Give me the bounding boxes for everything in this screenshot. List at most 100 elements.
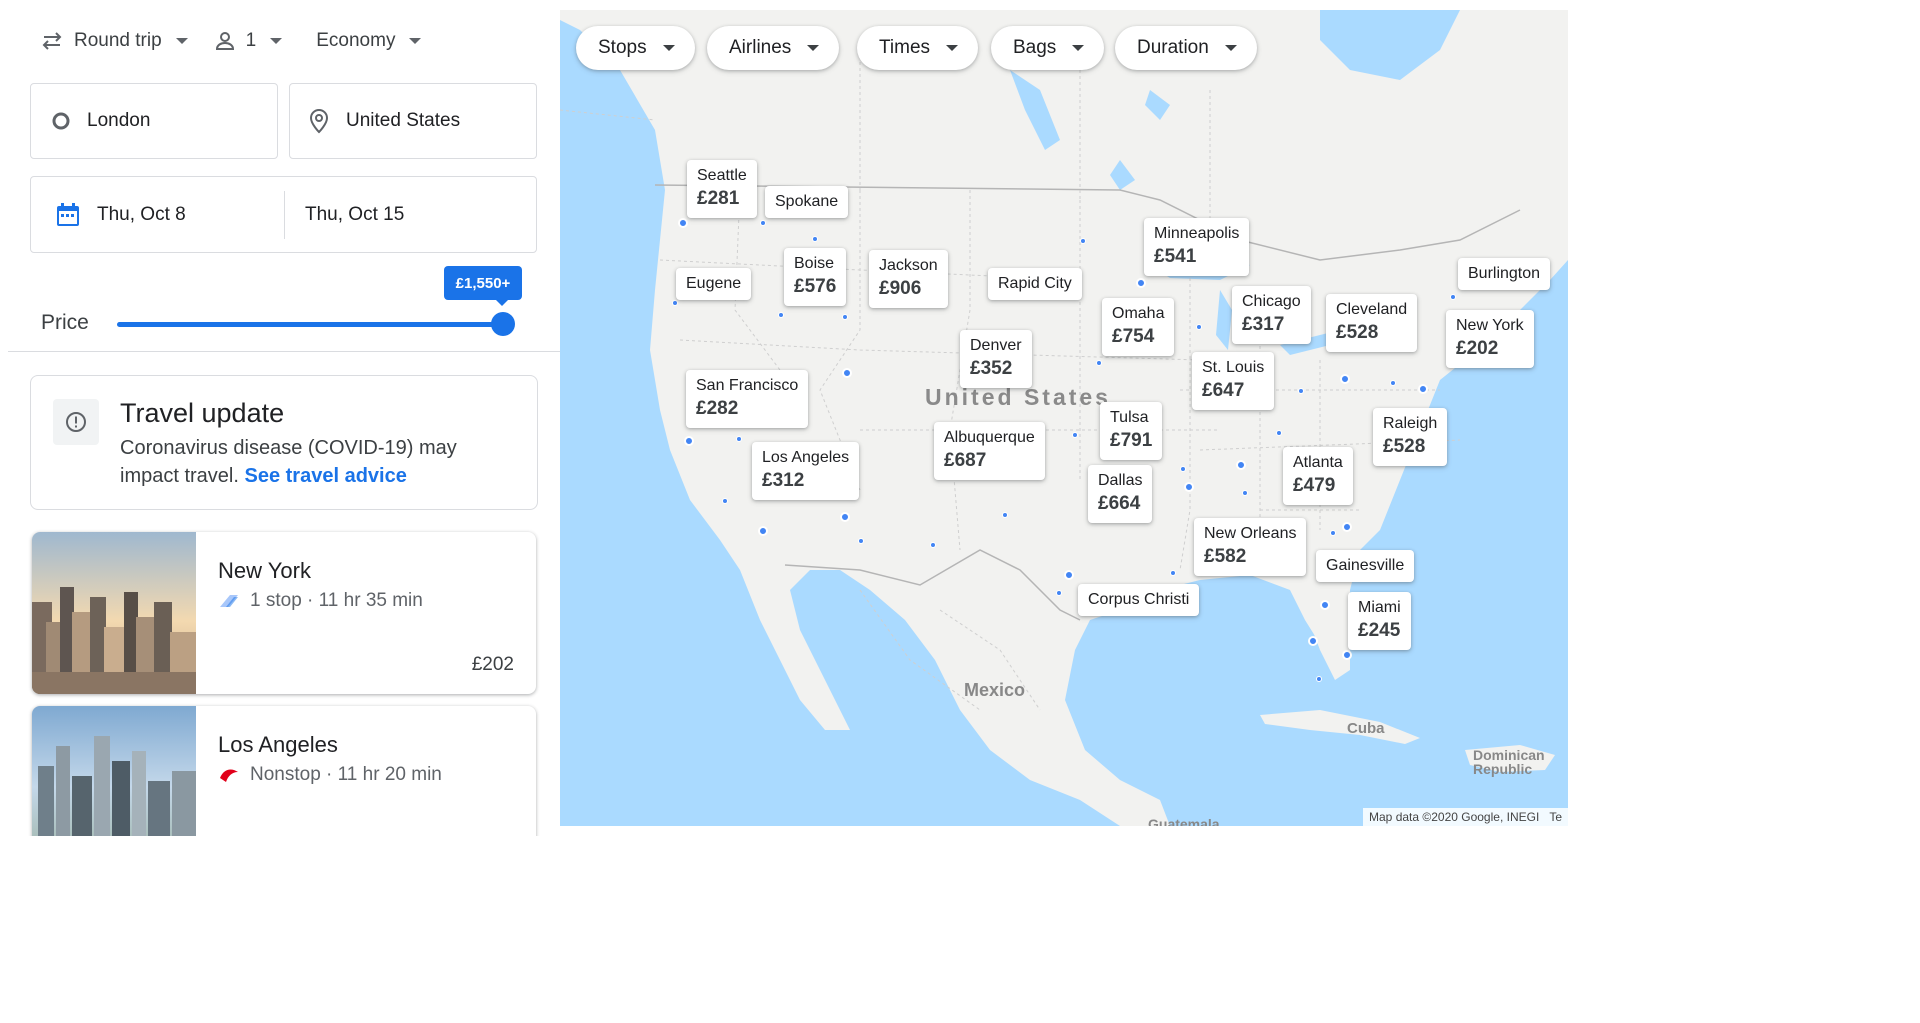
pin-city: New Orleans [1204, 525, 1297, 542]
map-marker[interactable] [842, 368, 852, 378]
map-dot [1056, 590, 1062, 596]
travel-update-title: Travel update [120, 398, 285, 428]
map-marker[interactable] [684, 436, 694, 446]
map-dot [1242, 490, 1248, 496]
map-pin-cleveland[interactable]: Cleveland £528 [1326, 294, 1418, 352]
date-field[interactable]: Thu, Oct 8 Thu, Oct 15 [30, 176, 537, 253]
map-pin-burlington[interactable]: Burlington [1458, 258, 1551, 290]
map-marker[interactable] [1064, 570, 1074, 580]
map-attribution: Map data ©2020 Google, INEGI Te [1363, 808, 1568, 826]
map-marker[interactable] [1342, 522, 1352, 532]
map-pin-eugene[interactable]: Eugene [676, 268, 752, 300]
destination-field[interactable]: United States [289, 83, 537, 159]
map-pin-omaha[interactable]: Omaha £754 [1102, 298, 1175, 356]
map-marker[interactable] [678, 218, 688, 228]
depart-date[interactable]: Thu, Oct 8 [97, 204, 186, 226]
chevron-down-icon [946, 45, 959, 51]
map-marker[interactable] [1308, 636, 1318, 646]
destination-card[interactable]: New York 1 stop · 11 hr 35 min £202 [32, 532, 536, 694]
price-label: Price [41, 311, 89, 334]
map-pin-jackson[interactable]: Jackson £906 [869, 250, 948, 308]
map-pin-new-york[interactable]: New York £202 [1446, 310, 1534, 368]
duration-filter[interactable]: Duration [1115, 26, 1257, 70]
pin-city: Rapid City [998, 275, 1072, 292]
location-pin-icon [309, 108, 329, 134]
trip-options-row: Round trip 1 Economy [40, 30, 447, 52]
map-pin-corpus-christi[interactable]: Corpus Christi [1078, 584, 1200, 616]
map-marker[interactable] [840, 512, 850, 522]
destination-name: Los Angeles [218, 732, 338, 757]
destination-info-text: 1 stop · 11 hr 35 min [250, 590, 423, 611]
new-york-photo [32, 532, 196, 694]
duration-filter-label: Duration [1137, 37, 1209, 58]
pin-city: New York [1456, 317, 1524, 334]
pin-city: Burlington [1468, 265, 1541, 282]
map-pin-albuquerque[interactable]: Albuquerque £687 [934, 422, 1045, 480]
destination-card[interactable]: Los Angeles Nonstop · 11 hr 20 min [32, 706, 536, 836]
cabin-label: Economy [316, 30, 396, 51]
map[interactable]: Stops Airlines Times Bags Duration Unite… [560, 10, 1568, 826]
map-pin-los-angeles[interactable]: Los Angeles £312 [752, 442, 860, 500]
map-dot [842, 314, 848, 320]
pin-city: Los Angeles [762, 449, 850, 466]
pin-price: £906 [879, 278, 922, 299]
stops-filter[interactable]: Stops [576, 26, 695, 70]
map-dot [1298, 388, 1304, 394]
map-pin-denver[interactable]: Denver £352 [960, 330, 1032, 388]
map-marker[interactable] [1340, 374, 1350, 384]
map-dot [930, 542, 936, 548]
cabin-select[interactable]: Economy [308, 30, 422, 52]
trip-type-select[interactable]: Round trip [40, 30, 188, 52]
map-marker[interactable] [1342, 650, 1352, 660]
map-pin-tulsa[interactable]: Tulsa £791 [1100, 402, 1163, 460]
map-dot [1316, 676, 1322, 682]
times-filter[interactable]: Times [857, 26, 979, 70]
pin-city: Cleveland [1336, 301, 1408, 318]
passenger-select[interactable]: 1 [214, 30, 283, 52]
map-pin-st-louis[interactable]: St. Louis £647 [1192, 352, 1275, 410]
map-dot [812, 236, 818, 242]
travel-update-card: Travel update Coronavirus disease (COVID… [30, 375, 538, 510]
airlines-filter-label: Airlines [729, 37, 792, 58]
circle-origin-icon [52, 112, 70, 130]
map-pin-san-francisco[interactable]: San Francisco £282 [686, 370, 809, 428]
terms-link[interactable]: Te [1549, 810, 1562, 824]
bags-filter-label: Bags [1013, 37, 1057, 58]
map-marker[interactable] [1184, 482, 1194, 492]
map-pin-seattle[interactable]: Seattle £281 [687, 160, 757, 218]
map-pin-gainesville[interactable]: Gainesville [1316, 550, 1415, 582]
map-pin-rapid-city[interactable]: Rapid City [988, 268, 1082, 300]
map-pin-minneapolis[interactable]: Minneapolis £541 [1144, 218, 1250, 276]
pin-price: £317 [1242, 314, 1285, 335]
los-angeles-photo [32, 706, 196, 836]
price-slider-track[interactable] [117, 322, 503, 327]
price-slider-thumb[interactable] [491, 312, 515, 336]
map-dot [672, 300, 678, 306]
origin-field[interactable]: London [30, 83, 278, 159]
map-pin-chicago[interactable]: Chicago £317 [1232, 286, 1311, 344]
map-dot [1180, 466, 1186, 472]
map-pin-boise[interactable]: Boise £576 [784, 248, 847, 306]
map-pin-dallas[interactable]: Dallas £664 [1088, 465, 1153, 523]
map-dot [1390, 380, 1396, 386]
map-pin-raleigh[interactable]: Raleigh £528 [1373, 408, 1448, 466]
pin-price: £582 [1204, 546, 1247, 567]
map-marker[interactable] [758, 526, 768, 536]
map-pin-spokane[interactable]: Spokane [765, 186, 849, 218]
map-pin-new-orleans[interactable]: New Orleans £582 [1194, 518, 1307, 576]
map-marker[interactable] [1236, 460, 1246, 470]
airlines-filter[interactable]: Airlines [707, 26, 840, 70]
map-marker[interactable] [1418, 384, 1428, 394]
map-pin-atlanta[interactable]: Atlanta £479 [1283, 447, 1353, 505]
return-date[interactable]: Thu, Oct 15 [305, 204, 404, 226]
map-marker[interactable] [1320, 600, 1330, 610]
map-marker[interactable] [1136, 278, 1146, 288]
map-dot [736, 436, 742, 442]
chevron-down-icon [175, 38, 188, 44]
pin-price: £479 [1293, 475, 1336, 496]
travel-advice-link[interactable]: See travel advice [245, 465, 407, 487]
map-pin-miami[interactable]: Miami £245 [1348, 592, 1411, 650]
pin-city: Raleigh [1383, 415, 1438, 432]
bags-filter[interactable]: Bags [991, 26, 1105, 70]
pin-city: Gainesville [1326, 557, 1405, 574]
